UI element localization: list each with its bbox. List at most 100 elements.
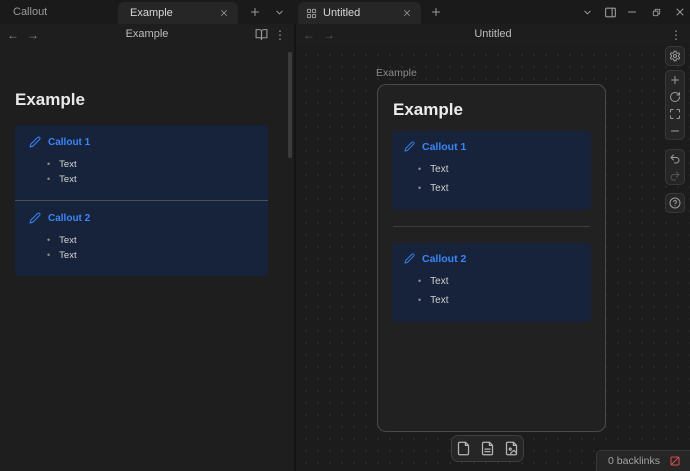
window-restore-button[interactable] [645, 2, 667, 22]
canvas-note-card[interactable]: Example Callout 1 • Text • Text Callout 2 [377, 84, 606, 432]
pencil-icon [29, 136, 41, 148]
bullet-icon: • [47, 159, 50, 169]
callout-title: Callout 2 [404, 251, 579, 266]
backlinks-count[interactable]: 0 backlinks [608, 455, 660, 467]
zoom-reset-button[interactable] [666, 88, 684, 105]
rotate-cw-icon [669, 91, 681, 103]
obsidian-window: Callout Example Untitled [0, 0, 690, 471]
note-heading: Example [15, 90, 85, 110]
zoom-out-button[interactable] [666, 122, 684, 139]
list-item-text: Text [59, 250, 76, 261]
callout-title[interactable]: Callout 2 [29, 211, 254, 225]
toggle-right-sidebar-button[interactable] [599, 2, 621, 22]
canvas-help-group [665, 193, 685, 213]
nav-back-button[interactable]: ← [303, 24, 315, 45]
bullet-icon: • [47, 174, 50, 184]
pencil-icon [404, 141, 415, 152]
close-tab-button[interactable] [399, 5, 415, 21]
markdown-editor-pane[interactable]: Example Callout 1 • Text • Text Callout 2 [0, 45, 294, 471]
bullet-list: • Text • Text [404, 160, 579, 198]
canvas-zoom-controls [665, 70, 685, 140]
close-tab-button[interactable] [216, 5, 232, 21]
pencil-icon [404, 253, 415, 264]
close-icon [674, 6, 686, 18]
canvas-pane[interactable]: Example Example Callout 1 • Text • Text Ca… [296, 45, 690, 471]
list-item-text: Text [430, 164, 448, 175]
horizontal-rule [393, 226, 590, 227]
minus-icon [669, 125, 681, 137]
bullet-icon: • [418, 295, 421, 305]
help-button[interactable] [666, 194, 684, 212]
reading-view-toggle-button[interactable] [255, 24, 268, 45]
bullet-icon: • [418, 164, 421, 174]
chevron-down-icon [274, 7, 285, 18]
chevron-down-icon [582, 7, 593, 18]
bullet-list: • Text • Text [29, 157, 254, 187]
more-options-button[interactable]: ⋮ [274, 24, 286, 45]
tab-untitled-label: Untitled [323, 7, 399, 19]
canvas-settings-group [665, 46, 685, 66]
frame-corners-icon [669, 108, 681, 120]
window-close-button[interactable] [669, 2, 690, 22]
canvas-file-icon [306, 8, 317, 19]
canvas-card-toolbar [451, 435, 524, 462]
redo-button[interactable] [666, 167, 684, 184]
zoom-in-button[interactable] [666, 71, 684, 88]
new-tab-button[interactable] [244, 2, 266, 22]
close-icon [219, 8, 229, 18]
list-item-text: Text [430, 276, 448, 287]
view-title: Example [0, 24, 294, 45]
callout-2: Callout 2 •Text •Text [15, 201, 268, 276]
list-item-text: Text [430, 295, 448, 306]
new-tab-button[interactable] [425, 2, 447, 22]
callout-1: Callout 1 • Text • Text [392, 131, 591, 210]
undo-icon [669, 153, 681, 165]
gear-icon [669, 50, 681, 62]
tab-list-button[interactable] [268, 2, 290, 22]
file-icon [456, 441, 471, 456]
list-item: • Text [418, 291, 579, 310]
bullet-list: • Text • Text [404, 272, 579, 310]
callout-title-text: Callout 1 [422, 141, 466, 153]
more-options-button[interactable]: ⋮ [670, 24, 682, 45]
list-item-text: Text [59, 159, 76, 170]
tab-list-button[interactable] [576, 2, 598, 22]
nav-forward-button[interactable]: → [27, 24, 39, 45]
callout-2: Callout 2 • Text • Text [392, 243, 591, 322]
plus-icon [249, 6, 261, 18]
callout-title-text: Callout 2 [48, 213, 90, 224]
sync-error-icon[interactable] [669, 455, 681, 467]
tab-example[interactable]: Example [118, 2, 238, 24]
plus-icon [430, 6, 442, 18]
canvas-history-controls [665, 149, 685, 185]
callout-title: Callout 1 [404, 139, 579, 154]
bullet-icon: • [47, 250, 50, 260]
callout-title[interactable]: Callout 1 [29, 135, 254, 149]
card-heading: Example [393, 98, 591, 121]
undo-button[interactable] [666, 150, 684, 167]
nav-forward-button[interactable]: → [323, 24, 335, 45]
bullet-icon: • [418, 183, 421, 193]
list-item-text: Text [430, 183, 448, 194]
window-minimize-button[interactable] [621, 2, 643, 22]
redo-icon [669, 170, 681, 182]
editor-scrollbar[interactable] [288, 52, 292, 158]
file-text-icon [480, 441, 495, 456]
list-item: •Text [47, 233, 254, 248]
list-item: • Text [47, 172, 254, 187]
add-media-button[interactable] [504, 441, 520, 457]
list-item-text: Text [59, 174, 76, 185]
bullet-list: •Text •Text [29, 233, 254, 263]
tab-untitled[interactable]: Untitled [298, 2, 421, 24]
book-open-icon [255, 28, 268, 41]
nav-back-button[interactable]: ← [7, 24, 19, 45]
canvas-settings-button[interactable] [666, 47, 684, 65]
callout-group: Callout 1 • Text • Text Callout 2 • Text • T… [15, 125, 268, 276]
callout-1: Callout 1 • Text • Text [15, 125, 268, 200]
add-note-button[interactable] [480, 441, 496, 457]
list-item: • Text [418, 272, 579, 291]
bullet-icon: • [418, 276, 421, 286]
zoom-to-fit-button[interactable] [666, 105, 684, 122]
callout-title-text: Callout 2 [422, 253, 466, 265]
add-card-button[interactable] [456, 441, 472, 457]
